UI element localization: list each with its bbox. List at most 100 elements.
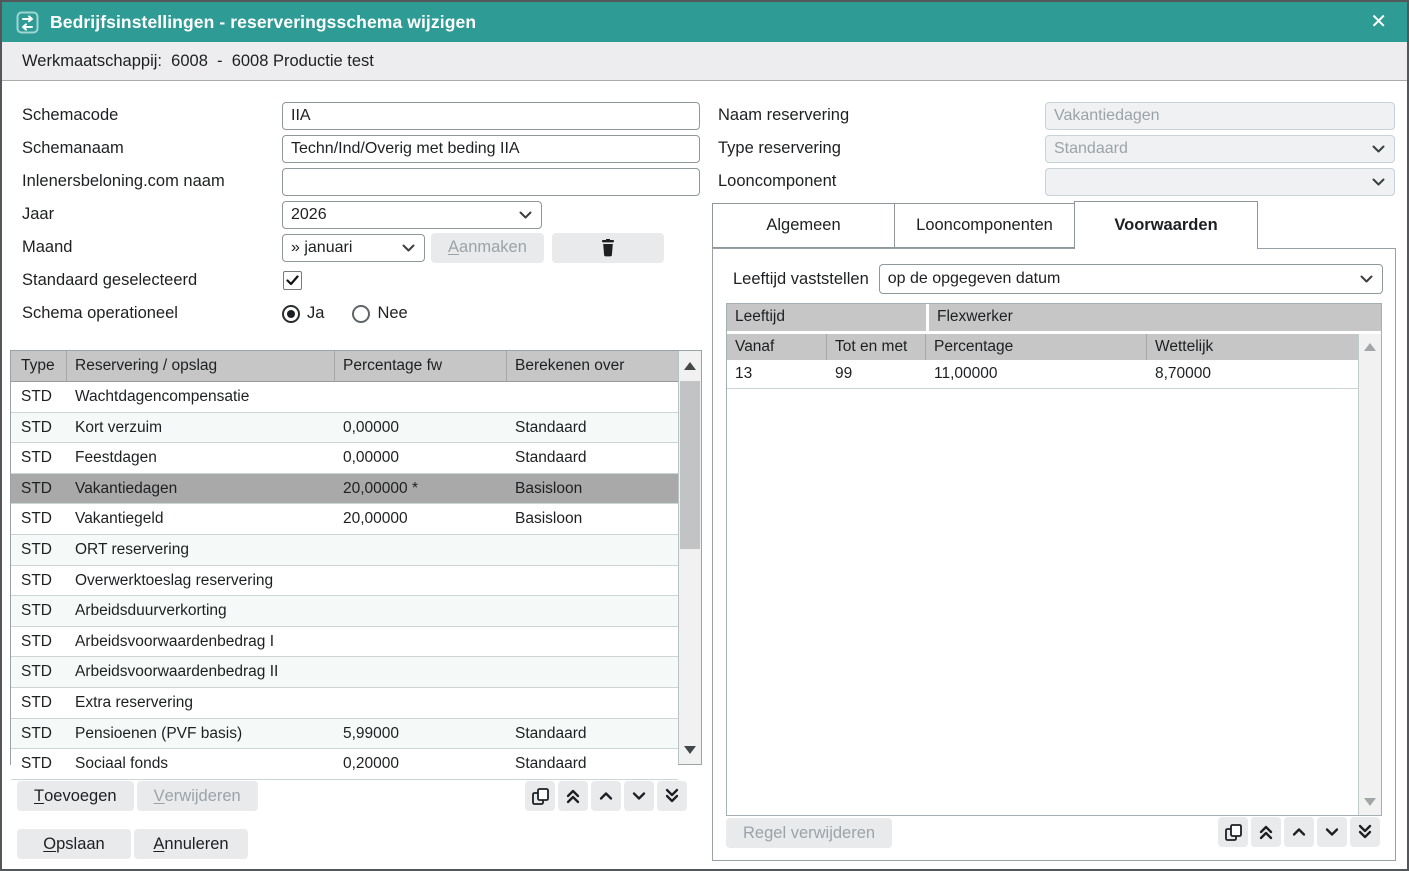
cell-reservering: Overwerktoeslag reservering <box>67 566 335 596</box>
cell-reservering: Sociaal fonds <box>67 749 335 779</box>
maand-select[interactable]: » januari <box>282 234 425 262</box>
table-row[interactable]: STD Overwerktoeslag reservering <box>11 566 678 597</box>
cell-berekenen: Basisloon <box>507 474 678 504</box>
table-row[interactable]: STD Kort verzuim 0,00000 Standaard <box>11 413 678 444</box>
scroll-up-icon[interactable] <box>1359 334 1381 360</box>
leeftijd-table-row[interactable]: 13 99 11,00000 8,70000 <box>727 360 1358 389</box>
table-row[interactable]: STD Vakantiedagen 20,00000 * Basisloon <box>11 474 678 505</box>
cell-berekenen <box>507 627 678 657</box>
copy-icon <box>1224 823 1243 842</box>
table-row[interactable]: STD Arbeidsvoorwaardenbedrag II <box>11 657 678 688</box>
scroll-down-icon[interactable] <box>1359 789 1381 815</box>
cell-berekenen: Standaard <box>507 413 678 443</box>
move-top-button[interactable] <box>558 781 588 811</box>
cell-berekenen <box>507 596 678 626</box>
reservations-table-header: Type Reservering / opslag Percentage fw … <box>11 351 678 382</box>
move-up-button[interactable] <box>1284 817 1314 847</box>
move-bottom-button[interactable] <box>657 781 687 811</box>
table-row[interactable]: STD ORT reservering <box>11 535 678 566</box>
cell-reservering: ORT reservering <box>67 535 335 565</box>
cell-reservering: Vakantiedagen <box>67 474 335 504</box>
looncomponent-select[interactable] <box>1045 168 1395 196</box>
cell-berekenen <box>507 535 678 565</box>
close-icon[interactable]: ✕ <box>1364 10 1393 34</box>
column-header-percentage[interactable]: Percentage fw <box>335 351 507 381</box>
cell-percentage: 5,99000 <box>335 719 507 749</box>
cell-percentage <box>335 657 507 687</box>
column-header-type[interactable]: Type <box>11 351 67 381</box>
schemanaam-input[interactable] <box>282 135 700 163</box>
table-row[interactable]: STD Extra reservering <box>11 688 678 719</box>
group-header-flexwerker: Flexwerker <box>926 304 1381 331</box>
jaar-select[interactable]: 2026 <box>282 201 542 229</box>
jaar-label: Jaar <box>10 205 282 224</box>
table-row[interactable]: STD Feestdagen 0,00000 Standaard <box>11 443 678 474</box>
copy-row-button[interactable] <box>525 781 555 811</box>
column-header-wettelijk[interactable]: Wettelijk <box>1147 334 1358 360</box>
reservations-scrollbar[interactable] <box>678 351 701 764</box>
column-header-percentage[interactable]: Percentage <box>926 334 1147 360</box>
cell-percentage <box>335 627 507 657</box>
scrollbar-thumb[interactable] <box>680 381 700 549</box>
delete-month-button[interactable] <box>552 233 664 263</box>
schemacode-input[interactable] <box>282 102 700 130</box>
title-bar: Bedrijfsinstellingen - reserveringsschem… <box>2 2 1407 42</box>
trash-icon <box>599 238 617 257</box>
table-row[interactable]: STD Vakantiegeld 20,00000 Basisloon <box>11 504 678 535</box>
operationeel-nee-radio[interactable] <box>352 305 370 323</box>
regel-verwijderen-button[interactable]: Regel verwijderen <box>726 818 892 848</box>
scroll-up-icon[interactable] <box>679 351 701 380</box>
operationeel-ja-radio[interactable] <box>282 305 300 323</box>
chevron-up-icon <box>597 787 615 805</box>
move-bottom-button[interactable] <box>1350 817 1380 847</box>
table-row[interactable]: STD Arbeidsvoorwaardenbedrag I <box>11 627 678 658</box>
left-pane: Schemacode Schemanaam Inlenersbeloning.c… <box>10 99 702 859</box>
aanmaken-button[interactable]: Aanmaken <box>431 233 544 263</box>
inlenersbeloning-label: Inlenersbeloning.com naam <box>10 172 282 191</box>
leeftijd-vaststellen-select[interactable]: op de opgegeven datum <box>879 264 1383 294</box>
cell-percentage: 0,00000 <box>335 413 507 443</box>
double-chevron-up-icon <box>1257 823 1275 841</box>
standaard-geselecteerd-checkbox[interactable] <box>283 271 302 290</box>
column-header-vanaf[interactable]: Vanaf <box>727 334 827 360</box>
cell-type: STD <box>11 566 67 596</box>
cell-berekenen: Standaard <box>507 443 678 473</box>
table-row[interactable]: STD Wachtdagencompensatie <box>11 382 678 413</box>
type-reservering-label: Type reservering <box>712 139 1045 158</box>
annuleren-button[interactable]: Annuleren <box>134 829 248 859</box>
copy-icon <box>531 787 550 806</box>
copy-row-button[interactable] <box>1218 817 1248 847</box>
column-header-berekenen[interactable]: Berekenen over <box>507 351 678 381</box>
leeftijd-table-group-header: Leeftijd Flexwerker <box>727 304 1381 334</box>
tab-voorwaarden[interactable]: Voorwaarden <box>1074 201 1258 249</box>
cell-percentage <box>335 566 507 596</box>
toevoegen-button[interactable]: Toevoegen <box>17 781 134 811</box>
naam-reservering-label: Naam reservering <box>712 106 1045 125</box>
inlenersbeloning-input[interactable] <box>282 168 700 196</box>
cell-percentage: 0,20000 <box>335 749 507 779</box>
table-row[interactable]: STD Pensioenen (PVF basis) 5,99000 Stand… <box>11 719 678 750</box>
move-top-button[interactable] <box>1251 817 1281 847</box>
tab-looncomponenten[interactable]: Looncomponenten <box>894 203 1075 248</box>
move-down-button[interactable] <box>1317 817 1347 847</box>
cell-type: STD <box>11 443 67 473</box>
cell-type: STD <box>11 749 67 779</box>
column-header-reservering[interactable]: Reservering / opslag <box>67 351 335 381</box>
cell-reservering: Arbeidsvoorwaardenbedrag I <box>67 627 335 657</box>
tab-bar: Algemeen Looncomponenten Voorwaarden <box>712 200 1396 248</box>
type-reservering-select: Standaard <box>1045 135 1395 163</box>
cell-berekenen: Standaard <box>507 749 678 779</box>
column-header-tot-en-met[interactable]: Tot en met <box>827 334 926 360</box>
cell-percentage <box>335 688 507 718</box>
verwijderen-button[interactable]: Verwijderen <box>137 781 258 811</box>
scroll-down-icon[interactable] <box>679 735 701 764</box>
cell-type: STD <box>11 627 67 657</box>
tab-algemeen[interactable]: Algemeen <box>712 203 895 248</box>
move-up-button[interactable] <box>591 781 621 811</box>
table-row[interactable]: STD Arbeidsduurverkorting <box>11 596 678 627</box>
move-down-button[interactable] <box>624 781 654 811</box>
leeftijd-scrollbar[interactable] <box>1358 334 1381 815</box>
opslaan-button[interactable]: Opslaan <box>17 829 131 859</box>
double-chevron-down-icon <box>1356 823 1374 841</box>
table-row[interactable]: STD Sociaal fonds 0,20000 Standaard <box>11 749 678 780</box>
